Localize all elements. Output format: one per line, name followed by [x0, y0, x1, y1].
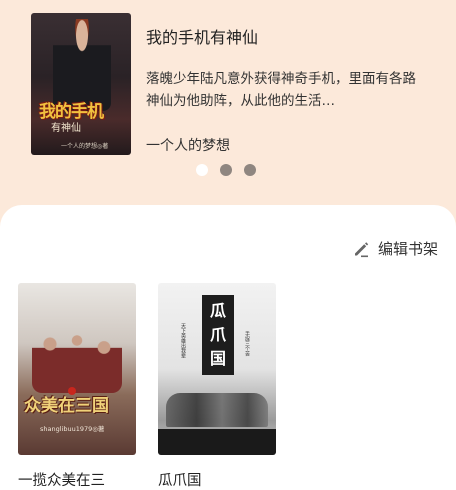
cover-footer — [158, 429, 276, 455]
carousel-dot[interactable] — [244, 164, 256, 176]
pencil-icon — [352, 240, 370, 258]
cover-fighters — [166, 393, 268, 427]
book-cover[interactable]: 瓜 爪 国 天下英雄出我辈 手捉三个苦 — [158, 283, 276, 455]
book-cover[interactable]: 众美在三国 shanglibuu1979◎著 — [18, 283, 136, 455]
book-title[interactable]: 一揽众美在三 — [18, 469, 138, 490]
cover-side-text: 天下英雄出我辈 — [180, 323, 186, 358]
carousel-indicator — [196, 164, 256, 176]
carousel-dot[interactable] — [220, 164, 232, 176]
featured-book-author: 一个人的梦想 — [146, 138, 230, 154]
cover-author: shanglibuu1979◎著 — [40, 425, 105, 433]
shelf-book[interactable]: 众美在三国 shanglibuu1979◎著 一揽众美在三 — [18, 283, 138, 490]
shelf-book[interactable]: 瓜 爪 国 天下英雄出我辈 手捉三个苦 瓜爪国 — [158, 283, 278, 490]
cover-title-char: 瓜 — [209, 301, 226, 320]
edit-shelf-button[interactable]: 编辑书架 — [352, 238, 438, 259]
featured-banner[interactable]: 我的手机 有神仙 一个人的梦想◎著 我的手机有神仙 落魄少年陆凡意外获得神奇手机… — [0, 0, 456, 205]
cover-title: 众美在三国 — [24, 396, 109, 416]
cover-title-char: 国 — [209, 349, 226, 368]
carousel-dot[interactable] — [196, 164, 208, 176]
featured-book-title[interactable]: 我的手机有神仙 — [146, 24, 258, 48]
cover-title-char: 爪 — [209, 325, 226, 344]
cover-seal — [68, 387, 76, 395]
bookshelf: 编辑书架 众美在三国 shanglibuu1979◎著 一揽众美在三 瓜 爪 国… — [0, 205, 456, 490]
cover-author: 一个人的梦想◎著 — [61, 143, 109, 150]
book-title[interactable]: 瓜爪国 — [158, 469, 278, 490]
edit-shelf-label: 编辑书架 — [377, 240, 438, 258]
cover-figures — [32, 323, 122, 393]
cover-title-block: 瓜 爪 国 — [202, 295, 234, 375]
cover-side-text: 手捉三个苦 — [244, 331, 250, 356]
cover-subtitle: 有神仙 — [51, 123, 81, 134]
featured-book-description: 落魄少年陆凡意外获得神奇手机，里面有各路神仙为他助阵，从此他的生活… — [146, 71, 416, 109]
featured-book-cover[interactable]: 我的手机 有神仙 一个人的梦想◎著 — [31, 13, 131, 155]
